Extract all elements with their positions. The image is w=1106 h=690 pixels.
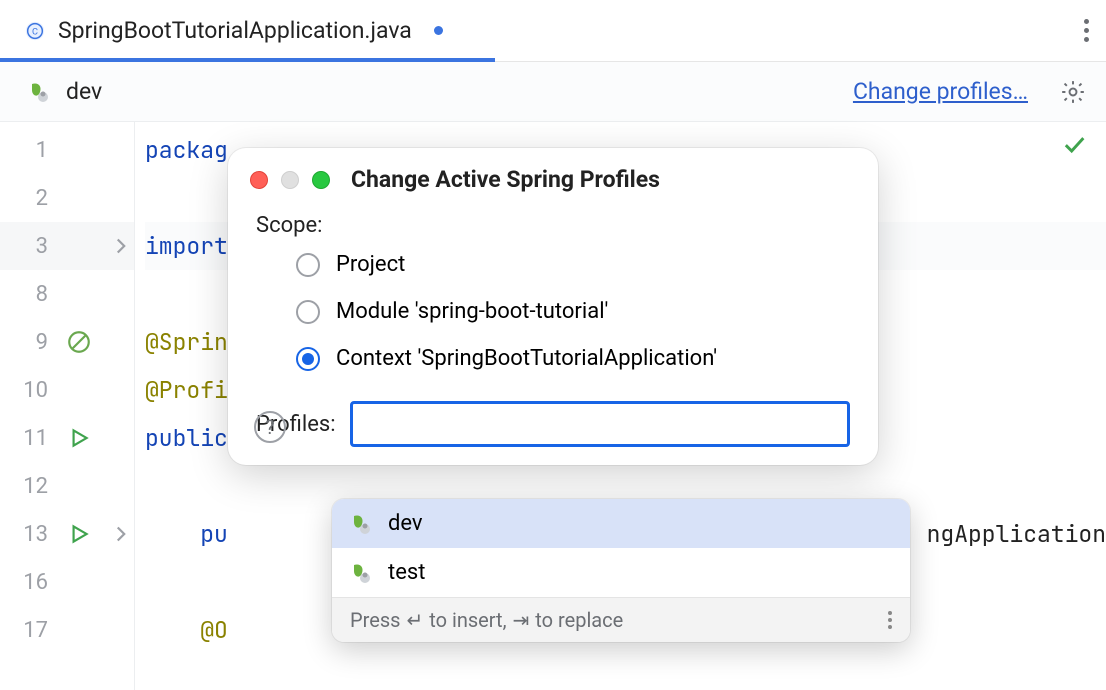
gutter-line[interactable]: 9 (0, 318, 134, 366)
scope-radio-group: Project Module 'spring-boot-tutorial' Co… (256, 238, 850, 381)
code-text: pu (145, 519, 228, 549)
gutter-line[interactable]: 16 (0, 558, 134, 606)
scope-label: Scope: (256, 213, 850, 238)
code-text: ngApplication (927, 519, 1106, 549)
tab-bar: C SpringBootTutorialApplication.java (0, 0, 1106, 62)
autocomplete-options-button[interactable] (888, 611, 892, 629)
code-text: import (145, 231, 228, 261)
window-zoom-icon[interactable] (312, 171, 330, 189)
gutter-line[interactable]: 2 (0, 174, 134, 222)
autocomplete-item-label: test (388, 560, 425, 585)
run-icon[interactable] (66, 425, 92, 451)
gutter-line[interactable]: 3 (0, 222, 134, 270)
autocomplete-popup: dev test Press ↵ to insert, ⇥ to replace (332, 499, 910, 642)
autocomplete-footer: Press ↵ to insert, ⇥ to replace (332, 597, 910, 642)
radio-label: Context 'SpringBootTutorialApplication' (336, 346, 717, 371)
radio-icon (296, 347, 320, 371)
scope-radio-module[interactable]: Module 'spring-boot-tutorial' (296, 299, 850, 324)
footer-text: Press (350, 608, 400, 632)
gutter: 1 2 3 8 9 10 11 12 13 16 17 (0, 122, 135, 690)
active-tab-underline (0, 58, 495, 62)
run-icon[interactable] (66, 521, 92, 547)
profiles-banner: dev Change profiles… (0, 62, 1106, 122)
scope-radio-project[interactable]: Project (296, 252, 850, 277)
change-profiles-dialog: Change Active Spring Profiles Scope: Pro… (228, 148, 878, 465)
code-text: @Profi (145, 375, 228, 405)
fold-expand-icon[interactable] (108, 521, 134, 547)
radio-label: Module 'spring-boot-tutorial' (336, 299, 608, 324)
dialog-titlebar: Change Active Spring Profiles (228, 166, 878, 205)
gutter-line[interactable]: 12 (0, 462, 134, 510)
autocomplete-item[interactable]: test (332, 548, 910, 597)
profiles-input[interactable] (350, 401, 850, 447)
radio-label: Project (336, 252, 405, 277)
gear-icon[interactable] (1060, 79, 1086, 105)
radio-icon (296, 300, 320, 324)
gutter-line[interactable]: 8 (0, 270, 134, 318)
gutter-line[interactable]: 1 (0, 126, 134, 174)
code-text: packag (145, 135, 228, 165)
radio-icon (296, 253, 320, 277)
window-minimize-icon (281, 171, 299, 189)
gutter-line[interactable]: 10 (0, 366, 134, 414)
tab-key-icon: ⇥ (513, 608, 530, 632)
editor-tab-title: SpringBootTutorialApplication.java (58, 17, 412, 44)
footer-text: to replace (535, 608, 623, 632)
enter-key-icon: ↵ (406, 608, 423, 632)
editor-tab[interactable]: C SpringBootTutorialApplication.java (0, 0, 461, 61)
active-profile-label: dev (66, 78, 102, 105)
footer-text: to insert, (429, 608, 506, 632)
help-icon[interactable]: ? (254, 411, 286, 443)
scope-radio-context[interactable]: Context 'SpringBootTutorialApplication' (296, 346, 850, 371)
gutter-line[interactable]: 13 (0, 510, 134, 558)
autocomplete-item-label: dev (388, 511, 423, 536)
fold-expand-icon[interactable] (108, 233, 134, 259)
dirty-indicator-icon (434, 26, 443, 35)
spring-profile-icon (350, 561, 374, 585)
dialog-title: Change Active Spring Profiles (351, 166, 660, 193)
spring-profile-icon (28, 80, 52, 104)
gutter-line[interactable]: 17 (0, 606, 134, 654)
code-text: @O (145, 615, 228, 645)
gutter-line[interactable]: 11 (0, 414, 134, 462)
svg-text:C: C (32, 27, 38, 37)
forbidden-icon (66, 329, 92, 355)
window-close-icon[interactable] (250, 171, 268, 189)
autocomplete-item[interactable]: dev (332, 499, 910, 548)
java-file-icon: C (24, 20, 46, 42)
change-profiles-link[interactable]: Change profiles… (853, 78, 1028, 105)
code-text: public (145, 423, 228, 453)
spring-profile-icon (350, 512, 374, 536)
inspection-ok-icon[interactable] (1060, 130, 1088, 158)
code-text: @Sprin (145, 327, 228, 357)
tab-overflow-button[interactable] (1066, 19, 1106, 42)
